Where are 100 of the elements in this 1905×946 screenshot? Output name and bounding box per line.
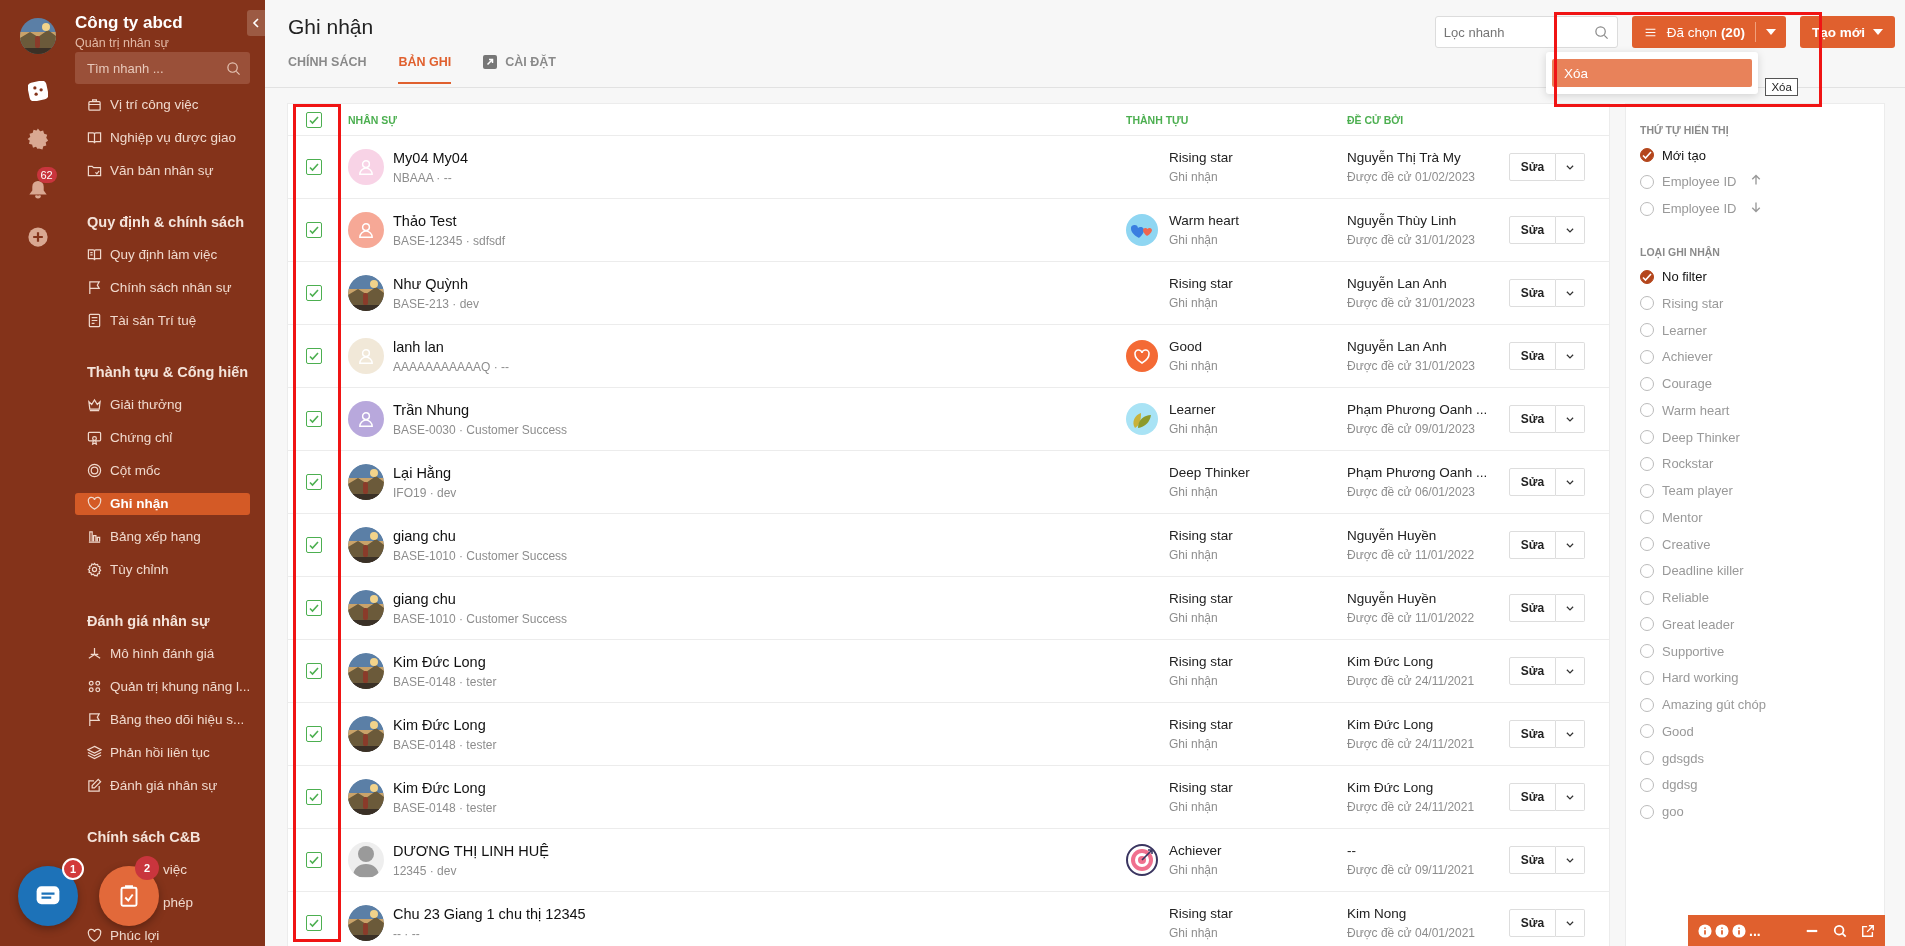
add-icon: [26, 226, 49, 248]
checkbox[interactable]: [306, 111, 322, 128]
nav-item[interactable]: Mô hình đánh giá: [75, 642, 250, 665]
edit-button[interactable]: Sửa: [1509, 531, 1556, 559]
employee-name: Lại Hằng: [393, 464, 453, 481]
edit-button[interactable]: Sửa: [1509, 720, 1556, 748]
more-button[interactable]: [1556, 846, 1585, 874]
more-button[interactable]: [1556, 657, 1585, 685]
collapse-button[interactable]: [247, 10, 265, 36]
flag-icon: [87, 712, 102, 727]
document-icon: [87, 313, 102, 328]
column-header: ĐỀ CỬ BỞI: [1346, 113, 1405, 126]
achievement-name: Achiever: [1169, 843, 1222, 858]
nav-item[interactable]: Phúc lợi: [75, 924, 250, 946]
edit-button[interactable]: Sửa: [1509, 468, 1556, 496]
info-icon: [1698, 923, 1712, 938]
nomination-date: Được đề cử 01/02/2023: [1347, 170, 1476, 184]
nav-item[interactable]: Tài sản Trí tuệ: [75, 309, 250, 332]
nav-item[interactable]: Quy định làm việc: [75, 243, 250, 266]
radio[interactable]: [1640, 148, 1654, 162]
edit-button[interactable]: Sửa: [1509, 153, 1556, 181]
radio-option[interactable]: No filter: [1640, 265, 1707, 288]
nav-item[interactable]: Cột mốc: [75, 459, 250, 482]
checkbox[interactable]: [306, 474, 322, 490]
chevron-down-icon: [1565, 288, 1575, 298]
nav-item[interactable]: Chứng chỉ: [75, 426, 250, 449]
employee-meta: 12345 · dev: [393, 863, 458, 878]
folder-icon: [87, 163, 102, 178]
more-button[interactable]: [1556, 720, 1585, 748]
edit-button[interactable]: Sửa: [1509, 846, 1556, 874]
checkbox[interactable]: [306, 159, 322, 175]
more-button[interactable]: [1556, 468, 1585, 496]
nav-item[interactable]: Bảng theo dõi hiệu s...: [75, 708, 250, 731]
info-icon: [1715, 923, 1729, 938]
achievement-name: Good: [1169, 339, 1204, 354]
checkbox[interactable]: [306, 600, 322, 616]
more-button[interactable]: [1556, 405, 1585, 433]
radio[interactable]: [1640, 269, 1654, 284]
edit-button[interactable]: Sửa: [1509, 909, 1556, 937]
settings-icon: [26, 128, 49, 150]
edit-button[interactable]: Sửa: [1509, 279, 1556, 307]
external-link-icon: [1861, 923, 1875, 938]
search-icon: [1593, 25, 1609, 40]
filter-field[interactable]: Lọc nhanh: [1434, 16, 1618, 48]
chevron-down-icon: [1565, 162, 1575, 172]
edit-button[interactable]: Sửa: [1509, 405, 1556, 433]
checkbox[interactable]: [306, 915, 322, 931]
nomination-date: Được đề cử 31/01/2023: [1347, 359, 1476, 373]
more-button[interactable]: [1556, 153, 1585, 181]
radio-option[interactable]: Mới tạo: [1640, 144, 1706, 166]
chevron-left-icon: [252, 18, 260, 28]
edit-button[interactable]: Sửa: [1509, 594, 1556, 622]
nav-item[interactable]: Văn bản nhân sự: [75, 159, 250, 182]
more-button[interactable]: [1556, 279, 1585, 307]
checkbox[interactable]: [306, 852, 322, 868]
more-button[interactable]: [1556, 216, 1585, 244]
edit-button[interactable]: Sửa: [1509, 657, 1556, 685]
nav-item[interactable]: Vị trí công việc: [75, 93, 250, 116]
checkbox[interactable]: [306, 726, 322, 742]
filter-title: THỨ TỰ HIỂN THỊ: [1640, 124, 1730, 136]
nav-item[interactable]: Tùy chỉnh: [75, 558, 250, 581]
tab[interactable]: BẢN GHI: [398, 55, 452, 84]
more-button[interactable]: [1556, 342, 1585, 370]
page-title: Ghi nhận: [288, 15, 374, 39]
checkbox[interactable]: [306, 411, 322, 427]
checkbox[interactable]: [306, 789, 322, 805]
more-button[interactable]: [1556, 783, 1585, 811]
edit-button[interactable]: Sửa: [1509, 783, 1556, 811]
nav-item[interactable]: việc: [161, 858, 187, 881]
nav-item[interactable]: Bảng xếp hạng: [75, 525, 250, 548]
nav-item[interactable]: Nghiệp vụ được giao: [75, 126, 250, 149]
nav-item[interactable]: phép: [161, 891, 194, 914]
nav-item[interactable]: Giải thưởng: [75, 393, 250, 416]
checkbox[interactable]: [306, 348, 322, 364]
search-field[interactable]: Tìm nhanh ...: [75, 52, 250, 84]
checkbox[interactable]: [306, 285, 322, 301]
nav-item[interactable]: Phản hồi liên tục: [75, 741, 250, 764]
nav-item[interactable]: Đánh giá nhân sự: [75, 774, 250, 797]
tab[interactable]: CÀI ĐẶT: [483, 55, 556, 84]
achievement-name: Rising star: [1169, 150, 1233, 165]
checkbox[interactable]: [306, 537, 322, 553]
nomination-date: Được đề cử 11/01/2022: [1347, 611, 1476, 625]
crown-icon: [87, 397, 102, 412]
nav-item[interactable]: Quản trị khung năng l...: [75, 675, 250, 698]
book-icon: [87, 247, 102, 262]
chat-bar[interactable]: ...: [1688, 915, 1885, 946]
nav-item[interactable]: Ghi nhận: [75, 492, 250, 515]
layers-icon: [87, 745, 102, 760]
achievement-type: Ghi nhận: [1169, 359, 1218, 373]
more-button[interactable]: [1556, 594, 1585, 622]
chevron-down-icon: [1565, 540, 1575, 550]
chevron-down-icon: [1565, 666, 1575, 676]
more-button[interactable]: [1556, 531, 1585, 559]
checkbox[interactable]: [306, 222, 322, 238]
nav-item[interactable]: Chính sách nhân sự: [75, 276, 250, 299]
more-button[interactable]: [1556, 909, 1585, 937]
tab[interactable]: CHÍNH SÁCH: [288, 55, 367, 84]
checkbox[interactable]: [306, 663, 322, 679]
edit-button[interactable]: Sửa: [1509, 216, 1556, 244]
edit-button[interactable]: Sửa: [1509, 342, 1556, 370]
